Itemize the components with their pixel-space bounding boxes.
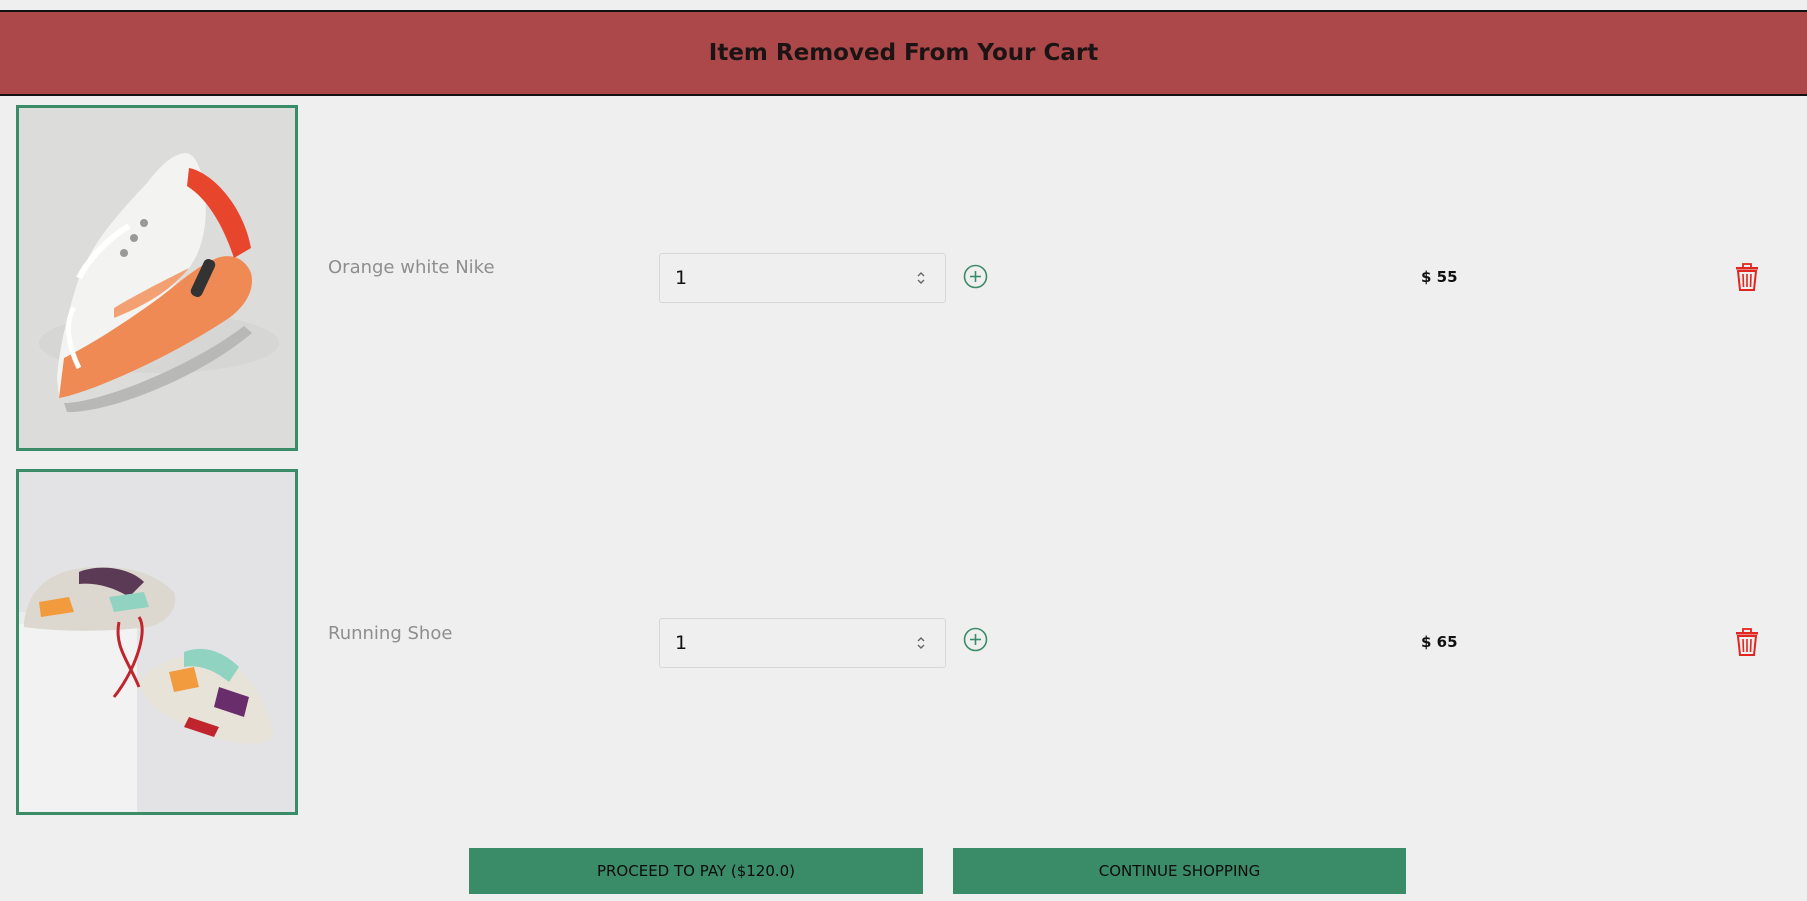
item-price: $ 55 bbox=[1421, 268, 1458, 286]
quantity-stepper[interactable]: 1 bbox=[659, 253, 946, 303]
cart-item: Running Shoe 1 $ 65 bbox=[0, 469, 1807, 815]
cart-page: Item Removed From Your Cart Orange white… bbox=[0, 0, 1807, 901]
product-image[interactable] bbox=[16, 469, 298, 815]
trash-icon[interactable] bbox=[1734, 262, 1760, 292]
quantity-value[interactable]: 1 bbox=[675, 632, 911, 654]
removed-notification-banner: Item Removed From Your Cart bbox=[0, 10, 1807, 96]
product-name[interactable]: Orange white Nike bbox=[328, 257, 495, 278]
cart-item: Orange white Nike 1 $ 55 bbox=[0, 105, 1807, 451]
trash-icon[interactable] bbox=[1734, 627, 1760, 657]
item-price: $ 65 bbox=[1421, 633, 1458, 651]
continue-shopping-button[interactable]: CONTINUE SHOPPING bbox=[953, 848, 1406, 894]
plus-circle-icon[interactable] bbox=[963, 627, 988, 652]
plus-circle-icon[interactable] bbox=[963, 264, 988, 289]
quantity-stepper[interactable]: 1 bbox=[659, 618, 946, 668]
product-image[interactable] bbox=[16, 105, 298, 451]
quantity-value[interactable]: 1 bbox=[675, 267, 911, 289]
updown-arrows-icon[interactable] bbox=[911, 265, 931, 291]
product-name[interactable]: Running Shoe bbox=[328, 623, 452, 644]
updown-arrows-icon[interactable] bbox=[911, 630, 931, 656]
proceed-to-pay-button[interactable]: PROCEED TO PAY ($120.0) bbox=[469, 848, 923, 894]
notification-message: Item Removed From Your Cart bbox=[708, 40, 1099, 66]
